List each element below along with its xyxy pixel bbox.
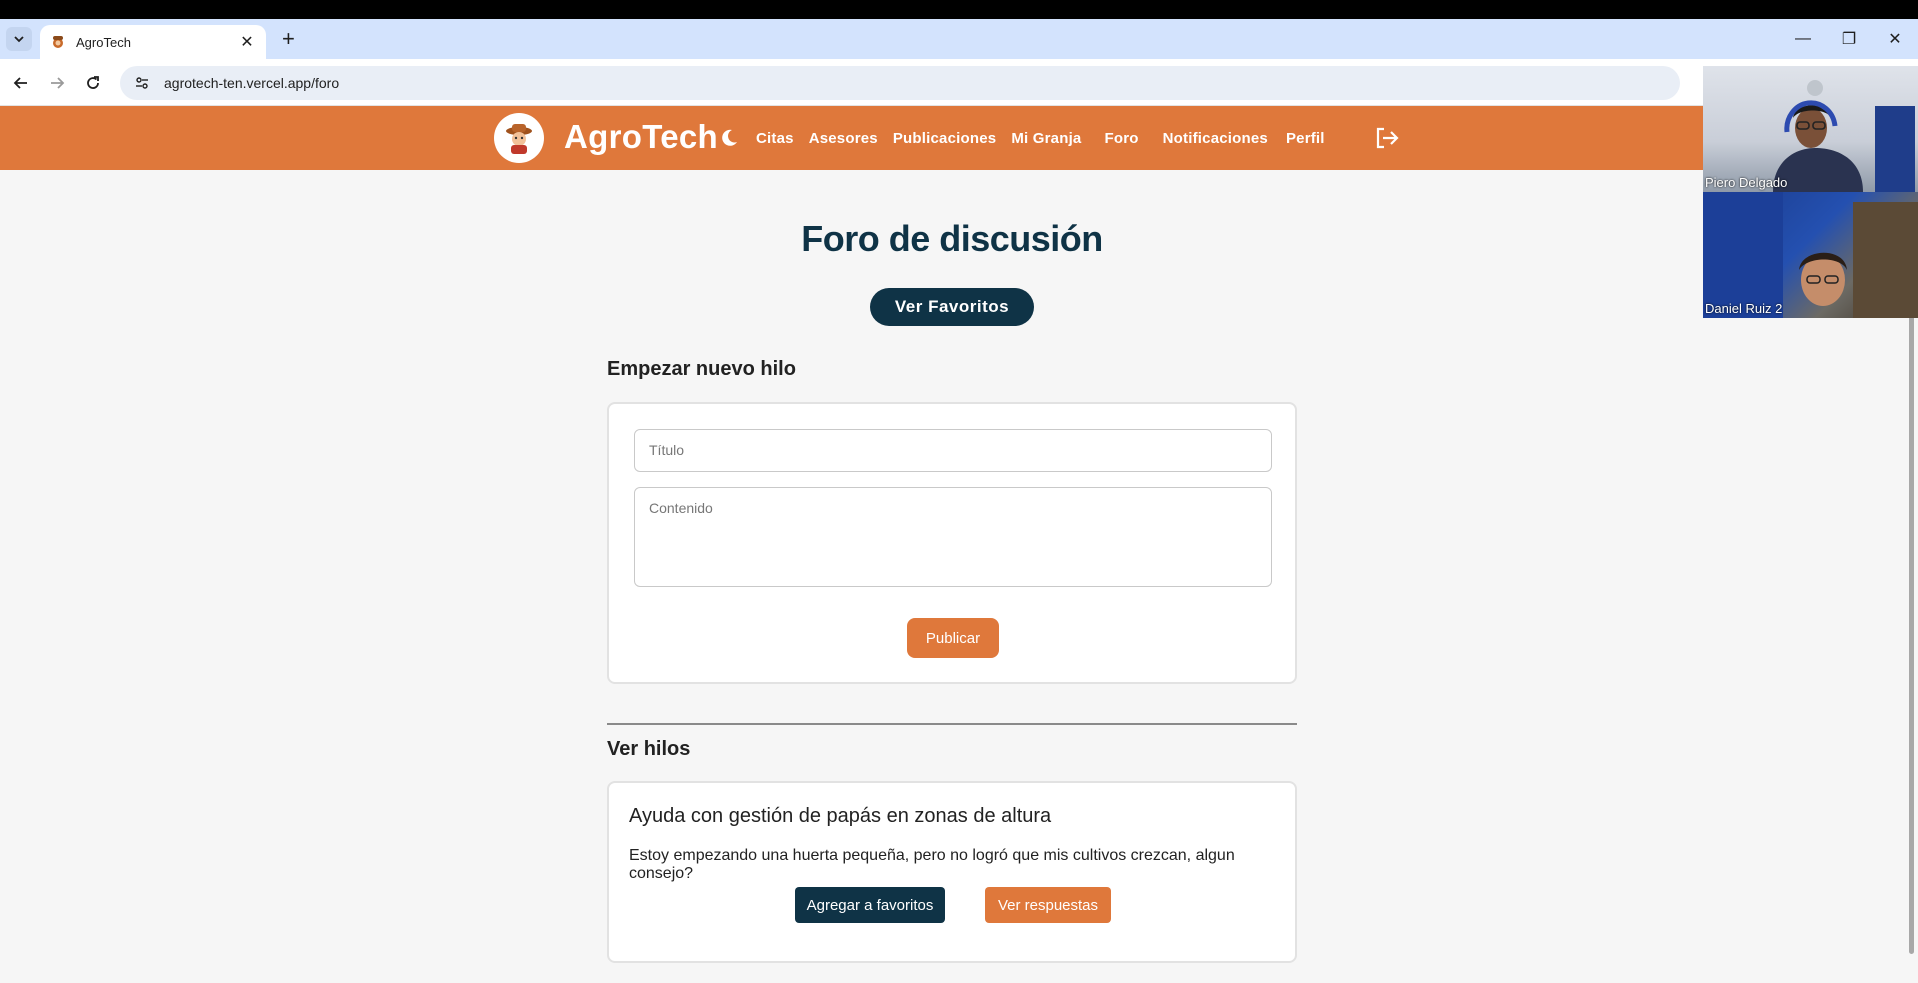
moon-icon[interactable]: [718, 127, 740, 149]
publicar-button[interactable]: Publicar: [907, 618, 999, 658]
brand-name[interactable]: AgroTech: [564, 118, 718, 156]
agrotech-logo[interactable]: [494, 113, 544, 163]
participant-name: Daniel Ruiz 2: [1705, 301, 1783, 316]
new-thread-heading: Empezar nuevo hilo: [607, 358, 796, 380]
nav-item-publicaciones[interactable]: Publicaciones: [893, 130, 996, 147]
restore-icon[interactable]: ❐: [1826, 19, 1872, 59]
logout-icon[interactable]: [1374, 126, 1400, 150]
new-tab-button[interactable]: +: [282, 27, 295, 51]
tab-title: AgroTech: [76, 34, 131, 50]
nav-item-asesores[interactable]: Asesores: [809, 130, 878, 147]
nav-links: Citas Asesores Publicaciones Mi Granja F…: [756, 106, 1340, 170]
forward-arrow-icon[interactable]: [44, 70, 70, 96]
agrotech-favicon-icon: [53, 36, 63, 48]
participant-video-icon: [1773, 80, 1915, 192]
window-controls: — ❐ ✕: [1780, 19, 1918, 59]
nav-item-foro[interactable]: Foro: [1104, 130, 1138, 147]
nav-item-notificaciones[interactable]: Notificaciones: [1163, 130, 1268, 147]
minimize-icon[interactable]: —: [1780, 19, 1826, 59]
threads-heading: Ver hilos: [607, 738, 691, 760]
nav-item-citas[interactable]: Citas: [756, 130, 794, 147]
page-scrollbar-thumb[interactable]: [1909, 304, 1914, 954]
nav-item-perfil[interactable]: Perfil: [1286, 130, 1325, 147]
address-bar[interactable]: agrotech-ten.vercel.app/foro: [120, 66, 1680, 100]
thread-body: Estoy empezando una huerta pequeña, pero…: [629, 847, 1235, 882]
thread-card: Ayuda con gestión de papás en zonas de a…: [607, 781, 1297, 963]
screen-top-bar: [0, 0, 1918, 19]
ver-favoritos-button[interactable]: Ver Favoritos: [870, 288, 1034, 326]
site-settings-icon[interactable]: [132, 73, 152, 93]
reload-icon[interactable]: [80, 70, 106, 96]
section-divider: [607, 723, 1297, 725]
add-favorite-button[interactable]: Agregar a favoritos: [795, 887, 945, 923]
url-text: agrotech-ten.vercel.app/foro: [164, 75, 340, 91]
browser-tab-strip: AgroTech ✕ + — ❐ ✕: [0, 19, 1918, 59]
app-navbar: AgroTech Citas Asesores Publicaciones Mi…: [0, 106, 1918, 170]
title-input[interactable]: Título: [634, 429, 1272, 472]
new-thread-form: Título Contenido Publicar: [607, 402, 1297, 684]
tab-close-icon[interactable]: ✕: [238, 32, 256, 52]
participant-video-icon: [1703, 192, 1918, 318]
video-tile-participant-2[interactable]: Daniel Ruiz 2: [1703, 192, 1918, 318]
participant-name: Piero Delgado: [1705, 175, 1788, 190]
close-window-icon[interactable]: ✕: [1872, 19, 1918, 59]
browser-toolbar: agrotech-ten.vercel.app/foro: [0, 59, 1918, 106]
browser-tab[interactable]: AgroTech ✕: [40, 25, 266, 59]
video-tile-participant-1[interactable]: Piero Delgado: [1703, 66, 1918, 192]
chevron-down-icon: [14, 36, 24, 43]
nav-item-mi-granja[interactable]: Mi Granja: [1011, 130, 1081, 147]
back-arrow-icon[interactable]: [8, 70, 34, 96]
farmer-logo-icon: [506, 124, 532, 154]
thread-title[interactable]: Ayuda con gestión de papás en zonas de a…: [629, 805, 1051, 828]
tab-search-button[interactable]: [6, 27, 32, 51]
content-textarea[interactable]: Contenido: [634, 487, 1272, 587]
page-title: Foro de discusión: [801, 218, 1103, 259]
view-replies-button[interactable]: Ver respuestas: [985, 887, 1111, 923]
